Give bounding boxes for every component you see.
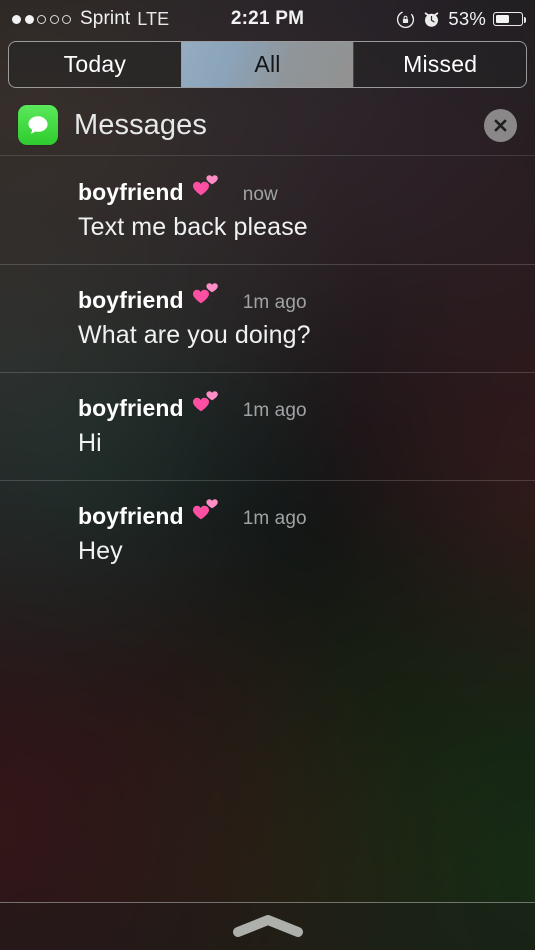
app-header-messages: Messages [0, 94, 535, 156]
battery-percent-label: 53% [448, 8, 486, 29]
notification-row[interactable]: boyfriend 1m ago What are you doing? [0, 264, 535, 372]
notification-timestamp: 1m ago [242, 400, 307, 421]
notification-header: boyfriend now [78, 174, 517, 206]
carrier-label: Sprint [80, 8, 131, 29]
two-pink-hearts-icon [192, 174, 223, 200]
tab-label: Today [63, 51, 127, 77]
notification-sender: boyfriend [78, 287, 184, 313]
messages-app-icon [18, 105, 58, 145]
notification-timestamp: now [242, 184, 278, 205]
signal-dot [24, 14, 34, 24]
notification-sender: boyfriend [78, 179, 184, 205]
notification-sender: boyfriend [78, 503, 184, 529]
chevron-up-grabber-icon[interactable] [228, 913, 308, 939]
rotation-lock-icon [396, 10, 415, 29]
status-bar: Sprint LTE 2:21 PM 53% [0, 0, 535, 38]
tab-missed[interactable]: Missed [353, 42, 526, 87]
notification-row[interactable]: boyfriend 1m ago Hi [0, 372, 535, 480]
two-pink-hearts-icon [192, 282, 223, 308]
notification-header: boyfriend 1m ago [78, 282, 517, 314]
tab-label: All [254, 51, 281, 77]
notification-list: boyfriend now Text me back please boyfriend… [0, 156, 535, 902]
notification-row[interactable]: boyfriend now Text me back please [0, 156, 535, 264]
two-pink-hearts-icon [192, 498, 223, 524]
notification-message: What are you doing? [78, 321, 311, 349]
notification-center-screen: Sprint LTE 2:21 PM 53% Today All Missed … [0, 0, 535, 950]
notification-tabs-container: Today All Missed [0, 38, 535, 94]
signal-dot [62, 14, 71, 24]
notification-timestamp: 1m ago [242, 292, 307, 313]
signal-dot [12, 14, 21, 24]
notification-message: Text me back please [78, 213, 308, 241]
network-type-label: LTE [137, 8, 170, 29]
notification-message: Hi [78, 429, 102, 457]
tab-today[interactable]: Today [9, 42, 181, 87]
status-bar-left: Sprint LTE [12, 8, 169, 30]
tab-label: Missed [403, 51, 478, 77]
signal-dot [49, 14, 59, 24]
app-title: Messages [74, 108, 207, 141]
battery-icon [493, 12, 527, 26]
notification-timestamp: 1m ago [242, 508, 307, 529]
tab-all[interactable]: All [180, 42, 354, 87]
alarm-clock-icon [422, 10, 441, 29]
notification-message: Hey [78, 537, 123, 565]
cellular-signal-dots-icon [12, 14, 71, 24]
notification-sender: boyfriend [78, 395, 184, 421]
two-pink-hearts-icon [192, 390, 223, 416]
status-bar-right: 53% [396, 8, 527, 30]
notification-center-footer[interactable] [0, 902, 535, 950]
notification-row[interactable]: boyfriend 1m ago Hey [0, 480, 535, 588]
notification-header: boyfriend 1m ago [78, 390, 517, 422]
notification-header: boyfriend 1m ago [78, 498, 517, 530]
signal-dot [37, 14, 46, 24]
close-x-icon[interactable] [484, 108, 517, 142]
notification-tabs[interactable]: Today All Missed [8, 41, 527, 88]
